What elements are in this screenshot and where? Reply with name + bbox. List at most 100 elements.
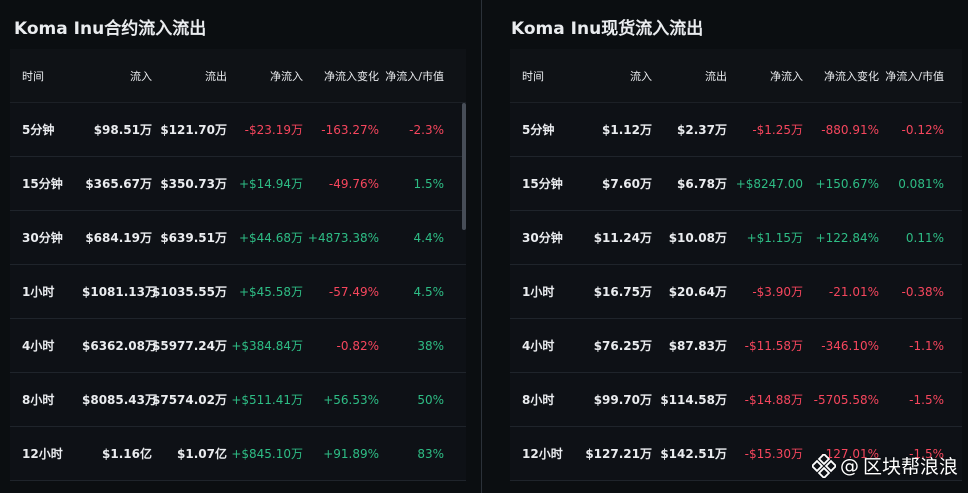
header-outflow: 流出 (705, 69, 727, 83)
row-net-inflow-mcap: 0.11% (905, 230, 944, 245)
row-time: 4小时 (22, 339, 55, 353)
binance-square-logo-icon (811, 453, 836, 478)
row-net-inflow-change: +122.84% (815, 230, 879, 245)
row-time: 5分钟 (522, 123, 555, 137)
header-time: 时间 (522, 69, 544, 83)
row-net-inflow: -$3.90万 (752, 285, 803, 299)
header-inflow: 流入 (630, 69, 652, 83)
panel-divider (481, 0, 482, 493)
row-inflow: $98.51万 (93, 123, 152, 137)
futures-flow-panel: Koma Inu合约流入流出 时间 流入 流出 净流入 净流入变化 净流入/市值… (0, 0, 470, 493)
row-inflow: $7.60万 (602, 177, 652, 191)
table-row: 8小时 $8085.43万 $7574.02万 +$511.41万 +56.53% 50% (10, 373, 466, 427)
row-inflow: $6362.08万 (82, 339, 158, 353)
row-inflow: $127.21万 (585, 447, 652, 461)
table-row: 5分钟 $1.12万 $2.37万 -$1.25万 -880.91% -0.12% (510, 103, 962, 157)
row-outflow: $121.70万 (160, 123, 227, 137)
row-net-inflow-mcap: 4.4% (413, 230, 445, 245)
row-outflow: $2.37万 (677, 123, 727, 137)
row-net-inflow-change: -49.76% (328, 176, 379, 191)
futures-table-scrollbar[interactable] (462, 103, 466, 230)
row-net-inflow: -$1.25万 (752, 123, 803, 137)
row-net-inflow-change: -0.82% (336, 338, 379, 353)
row-time: 12小时 (522, 447, 563, 461)
row-time: 8小时 (522, 393, 555, 407)
row-net-inflow: -$23.19万 (244, 123, 303, 137)
watermark-text: 区块帮浪浪 (862, 456, 958, 478)
table-row: 30分钟 $11.24万 $10.08万 +$1.15万 +122.84% 0.11% (510, 211, 962, 265)
watermark: @ 区块帮浪浪 (811, 452, 958, 479)
spot-flow-panel: Koma Inu现货流入流出 时间 流入 流出 净流入 净流入变化 净流入/市值… (497, 0, 968, 493)
table-row: 15分钟 $7.60万 $6.78万 +$8247.00 +150.67% 0.081% (510, 157, 962, 211)
row-net-inflow: +$384.84万 (231, 339, 303, 353)
header-time: 时间 (22, 69, 44, 83)
futures-table-header: 时间 流入 流出 净流入 净流入变化 净流入/市值 (10, 49, 466, 103)
row-net-inflow: +$8247.00 (735, 176, 803, 191)
table-row: 4小时 $6362.08万 $5977.24万 +$384.84万 -0.82% 38% (10, 319, 466, 373)
row-inflow: $1081.13万 (82, 285, 158, 299)
row-net-inflow-mcap: 4.5% (413, 284, 445, 299)
row-inflow: $1.12万 (602, 123, 652, 137)
row-outflow: $114.58万 (660, 393, 727, 407)
row-time: 15分钟 (22, 177, 63, 191)
row-net-inflow: +$845.10万 (231, 447, 303, 461)
header-net-inflow-change: 净流入变化 (324, 69, 379, 83)
row-net-inflow-change: +91.89% (323, 446, 379, 461)
table-row: 4小时 $76.25万 $87.83万 -$11.58万 -346.10% -1.1% (510, 319, 962, 373)
spot-flow-table: 时间 流入 流出 净流入 净流入变化 净流入/市值 5分钟 $1.12万 $2.37… (510, 49, 962, 481)
row-net-inflow-mcap: 1.5% (413, 176, 445, 191)
row-net-inflow-change: -5705.58% (813, 392, 879, 407)
row-outflow: $7574.02万 (152, 393, 228, 407)
row-net-inflow-mcap: -2.3% (409, 122, 444, 137)
header-inflow: 流入 (130, 69, 152, 83)
row-outflow: $142.51万 (660, 447, 727, 461)
row-inflow: $1.16亿 (102, 447, 152, 461)
row-net-inflow-change: -163.27% (321, 122, 379, 137)
row-net-inflow-change: +150.67% (815, 176, 879, 191)
futures-flow-table: 时间 流入 流出 净流入 净流入变化 净流入/市值 5分钟 $98.51万 $121… (10, 49, 466, 481)
row-net-inflow-change: +56.53% (323, 392, 379, 407)
row-outflow: $20.64万 (668, 285, 727, 299)
header-net-inflow-mcap: 净流入/市值 (885, 69, 944, 83)
row-net-inflow-mcap: -1.1% (909, 338, 944, 353)
row-outflow: $350.73万 (160, 177, 227, 191)
row-outflow: $1.07亿 (177, 447, 227, 461)
table-row: 15分钟 $365.67万 $350.73万 +$14.94万 -49.76% 1.5% (10, 157, 466, 211)
row-net-inflow: +$511.41万 (231, 393, 303, 407)
row-outflow: $1035.55万 (152, 285, 228, 299)
row-net-inflow: +$14.94万 (238, 177, 303, 191)
watermark-at: @ (839, 454, 859, 477)
table-row: 1小时 $16.75万 $20.64万 -$3.90万 -21.01% -0.38% (510, 265, 962, 319)
row-inflow: $684.19万 (85, 231, 152, 245)
row-time: 8小时 (22, 393, 55, 407)
row-net-inflow-mcap: -1.5% (909, 392, 944, 407)
spot-table-header: 时间 流入 流出 净流入 净流入变化 净流入/市值 (510, 49, 962, 103)
row-inflow: $365.67万 (85, 177, 152, 191)
row-time: 1小时 (522, 285, 555, 299)
row-inflow: $16.75万 (593, 285, 652, 299)
row-net-inflow-change: -346.10% (821, 338, 879, 353)
row-outflow: $10.08万 (668, 231, 727, 245)
row-net-inflow-mcap: -0.12% (901, 122, 944, 137)
row-net-inflow-change: +4873.38% (307, 230, 379, 245)
row-time: 4小时 (522, 339, 555, 353)
futures-flow-title: Koma Inu合约流入流出 (14, 19, 207, 39)
row-net-inflow-mcap: 50% (417, 392, 444, 407)
row-outflow: $5977.24万 (152, 339, 228, 353)
table-row: 12小时 $1.16亿 $1.07亿 +$845.10万 +91.89% 83% (10, 427, 466, 481)
row-outflow: $6.78万 (677, 177, 727, 191)
row-net-inflow-change: -880.91% (821, 122, 879, 137)
row-time: 1小时 (22, 285, 55, 299)
row-net-inflow-change: -57.49% (328, 284, 379, 299)
row-net-inflow-mcap: 83% (417, 446, 444, 461)
header-net-inflow: 净流入 (770, 69, 803, 83)
row-net-inflow: +$44.68万 (238, 231, 303, 245)
header-net-inflow-change: 净流入变化 (824, 69, 879, 83)
row-net-inflow: -$14.88万 (744, 393, 803, 407)
table-row: 8小时 $99.70万 $114.58万 -$14.88万 -5705.58% -1.5% (510, 373, 962, 427)
row-time: 15分钟 (522, 177, 563, 191)
row-inflow: $99.70万 (593, 393, 652, 407)
row-net-inflow: +$1.15万 (746, 231, 803, 245)
row-outflow: $87.83万 (668, 339, 727, 353)
row-net-inflow-mcap: -0.38% (901, 284, 944, 299)
